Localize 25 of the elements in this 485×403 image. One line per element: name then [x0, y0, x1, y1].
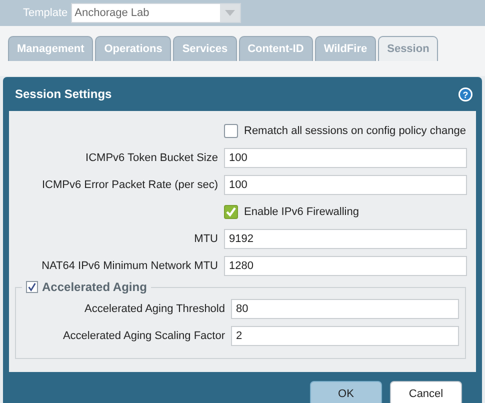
input-field[interactable]: 2 — [231, 326, 459, 346]
checkbox[interactable] — [224, 204, 238, 218]
dropdown-arrow-icon — [224, 10, 235, 16]
checkbox-label: Enable IPv6 Firewalling — [244, 206, 359, 218]
cancel-button[interactable]: Cancel — [390, 381, 462, 403]
field-label: ICMPv6 Token Bucket Size — [84, 152, 219, 164]
input-field[interactable]: 9192 — [224, 228, 467, 248]
input-field[interactable]: 100 — [224, 174, 467, 194]
checkbox[interactable] — [26, 281, 38, 293]
field-label: ICMPv6 Error Packet Rate (per sec) — [40, 178, 219, 190]
input-field[interactable]: 1280 — [224, 256, 467, 276]
group-box-legend: Accelerated Aging — [42, 280, 147, 294]
field-label: Accelerated Aging Threshold — [84, 302, 226, 314]
template-label: Template — [23, 7, 68, 19]
field-label: MTU — [193, 232, 219, 244]
field-label: Accelerated Aging Scaling Factor — [62, 330, 226, 342]
ok-button[interactable]: OK — [310, 381, 382, 403]
dialog-title: Session Settings — [15, 87, 112, 101]
template-dropdown[interactable]: Anchorage Lab — [70, 3, 241, 23]
input-field[interactable]: 100 — [224, 148, 467, 168]
field-label: NAT64 IPv6 Minimum Network MTU — [40, 260, 219, 272]
checkbox-label: Rematch all sessions on config policy change — [244, 124, 466, 136]
help-icon[interactable]: ? — [458, 86, 473, 102]
input-field[interactable]: 80 — [231, 298, 459, 318]
checkbox[interactable] — [224, 124, 238, 138]
